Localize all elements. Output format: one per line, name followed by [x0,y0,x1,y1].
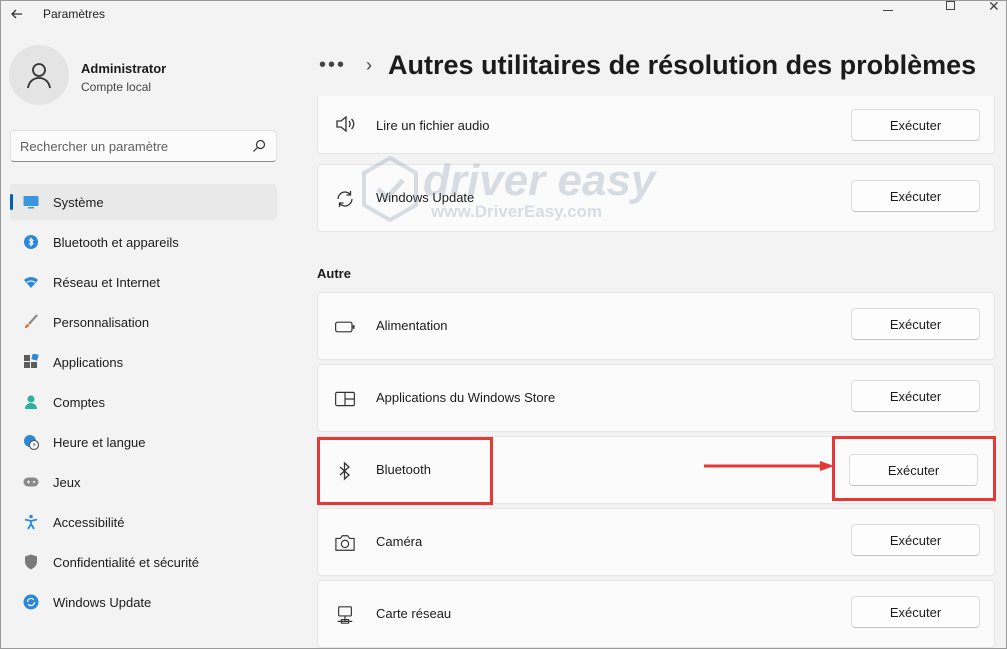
back-arrow-icon [11,9,22,19]
sidebar-item-label: Applications [53,354,124,370]
account-type: Compte local [81,80,152,94]
sidebar-item-label: Heure et langue [53,434,146,450]
sidebar-item-personnalisation[interactable]: Personnalisation [10,304,277,340]
sidebar-item-bluetooth[interactable]: Bluetooth et appareils [10,224,277,260]
run-camera-button[interactable]: Exécuter [851,524,980,556]
brush-icon [23,314,39,330]
sidebar-item-label: Système [53,194,104,210]
search-input[interactable] [20,137,240,155]
window-controls: ✕ [878,0,1007,19]
chevron-right-icon: › [366,54,373,75]
maximize-button[interactable] [946,1,955,10]
apps-icon [23,354,39,370]
title-bar: Paramètres ✕ [1,0,1007,27]
troubleshooter-label: Lire un fichier audio [376,118,490,133]
clock-globe-icon [23,434,39,450]
sidebar-item-label: Confidentialité et sécurité [53,554,199,570]
bluetooth-icon [23,234,39,250]
update-icon [23,594,39,610]
back-button[interactable] [7,4,27,24]
troubleshooter-card-alimentation: Alimentation Exécuter [317,292,995,360]
troubleshooter-card-camera: Caméra Exécuter [317,508,995,576]
user-name: Administrator [81,61,167,76]
troubleshooter-label: Windows Update [376,190,475,205]
section-title: Autre [317,266,351,281]
troubleshooter-card-windows-update: Windows Update Exécuter [317,164,995,232]
page-title: Autres utilitaires de résolution des pro… [388,49,977,80]
highlight-box-bluetooth-button [832,436,996,501]
troubleshooter-card-windows-store: Applications du Windows Store Exécuter [317,364,995,432]
gamepad-icon [23,474,39,490]
sidebar-item-accessibilite[interactable]: Accessibilité [10,504,277,540]
run-windows-store-button[interactable]: Exécuter [851,380,980,412]
close-button[interactable]: ✕ [988,0,1000,15]
sidebar-item-confidentialite[interactable]: Confidentialité et sécurité [10,544,277,580]
sidebar-item-label: Accessibilité [53,514,125,530]
speaker-icon [335,114,355,134]
sidebar-item-label: Comptes [53,394,106,410]
run-alimentation-button[interactable]: Exécuter [851,308,980,340]
avatar[interactable] [9,45,69,105]
breadcrumb-more-button[interactable]: ••• [319,54,346,77]
network-adapter-icon [335,605,355,625]
run-network-adapter-button[interactable]: Exécuter [851,596,980,628]
accessibility-icon [23,514,39,530]
annotation-arrow-icon [704,461,834,471]
troubleshooter-label: Applications du Windows Store [376,390,556,405]
camera-icon [335,533,355,553]
wifi-icon [23,274,39,290]
run-audio-button[interactable]: Exécuter [851,109,980,141]
highlight-box-bluetooth-label [317,437,493,505]
system-icon [23,194,39,210]
person-icon [23,394,39,410]
troubleshooter-label: Caméra [376,534,423,549]
run-windows-update-button[interactable]: Exécuter [851,180,980,212]
battery-icon [335,317,355,337]
troubleshooter-card-network-adapter: Carte réseau Exécuter [317,580,995,648]
sidebar-item-label: Réseau et Internet [53,274,160,290]
troubleshooter-card-audio: Lire un fichier audio Exécuter [317,96,995,154]
sidebar-item-systeme[interactable]: Système [10,184,277,220]
sidebar-item-jeux[interactable]: Jeux [10,464,277,500]
breadcrumb: ••• › Autres utilitaires de résolution d… [319,47,976,83]
search-icon[interactable] [252,139,266,153]
troubleshooter-label: Carte réseau [376,606,452,621]
sidebar-item-comptes[interactable]: Comptes [10,384,277,420]
user-icon [27,63,51,89]
sidebar-item-label: Jeux [53,474,81,490]
minimize-button[interactable] [883,10,893,11]
app-title: Paramètres [43,7,106,21]
sidebar-nav: Système Bluetooth et appareils Réseau et… [10,184,277,624]
sidebar-item-windows-update[interactable]: Windows Update [10,584,277,620]
sidebar-item-applications[interactable]: Applications [10,344,277,380]
sidebar-item-label: Personnalisation [53,314,150,330]
sidebar-item-reseau[interactable]: Réseau et Internet [10,264,277,300]
sidebar-item-heure-langue[interactable]: Heure et langue [10,424,277,460]
refresh-icon [335,189,355,209]
search-box[interactable] [10,130,277,162]
sidebar-item-label: Windows Update [53,594,152,610]
shield-icon [23,554,39,570]
store-app-icon [335,389,355,409]
sidebar-item-label: Bluetooth et appareils [53,234,179,250]
troubleshooter-label: Alimentation [376,318,448,333]
